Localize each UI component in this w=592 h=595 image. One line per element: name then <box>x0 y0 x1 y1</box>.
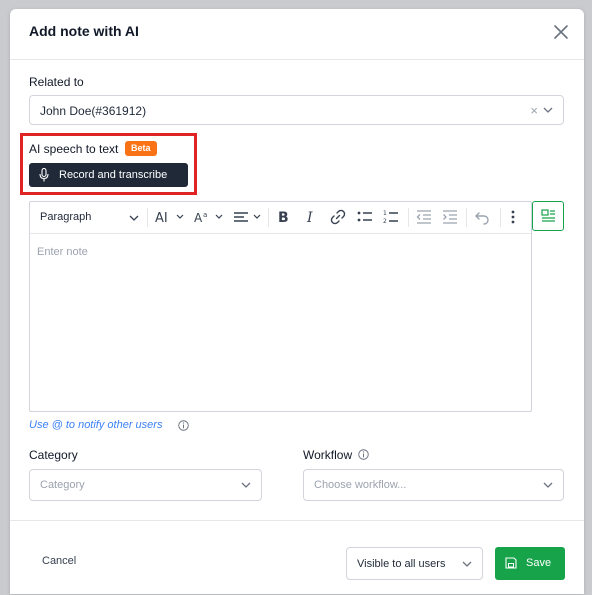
ai-speech-label: AI speech to text <box>29 142 119 156</box>
modal-title: Add note with AI <box>29 23 139 39</box>
toolbar-divider <box>408 208 409 227</box>
visibility-value: Visible to all users <box>357 558 446 570</box>
category-placeholder: Category <box>40 479 85 491</box>
align-icon[interactable] <box>233 209 265 225</box>
save-button[interactable]: Save <box>495 547 565 580</box>
svg-text:a: a <box>203 211 207 219</box>
svg-text:2: 2 <box>383 218 387 225</box>
bold-icon[interactable]: B <box>277 209 291 225</box>
chevron-down-icon <box>462 561 472 567</box>
record-transcribe-label: Record and transcribe <box>59 169 168 181</box>
toolbar-divider <box>268 208 269 227</box>
beta-badge: Beta <box>125 141 157 156</box>
toolbar-divider <box>466 208 467 227</box>
workflow-label: Workflow <box>303 448 353 462</box>
note-editor: Paragraph AI Aa B I 1 2 Enter note <box>29 201 532 412</box>
workflow-placeholder: Choose workflow... <box>314 479 407 491</box>
text-style-icon[interactable]: Aa <box>194 209 226 225</box>
chevron-down-icon <box>543 107 553 113</box>
paragraph-label: Paragraph <box>40 211 92 223</box>
link-icon[interactable] <box>330 209 346 225</box>
visibility-select[interactable]: Visible to all users <box>346 547 483 580</box>
svg-text:1: 1 <box>383 210 387 217</box>
chevron-down-icon <box>241 482 251 488</box>
cancel-button[interactable]: Cancel <box>42 555 76 567</box>
paragraph-dropdown[interactable]: Paragraph <box>40 211 139 227</box>
svg-text:B: B <box>278 210 289 225</box>
info-icon[interactable] <box>358 449 369 460</box>
category-select[interactable]: Category <box>29 469 262 501</box>
template-button[interactable] <box>532 201 564 231</box>
svg-text:I: I <box>306 210 313 225</box>
related-to-select[interactable]: John Doe(#361912) × <box>29 95 564 125</box>
modal-footer: Cancel Visible to all users Save <box>10 520 584 595</box>
font-size-icon[interactable]: AI <box>155 209 187 225</box>
svg-text:A: A <box>194 211 203 225</box>
chevron-down-icon <box>129 215 139 221</box>
category-label: Category <box>29 448 78 462</box>
indent-icon[interactable] <box>442 209 458 225</box>
italic-icon[interactable]: I <box>305 209 319 225</box>
toolbar-divider <box>147 208 148 227</box>
editor-toolbar: Paragraph AI Aa B I 1 2 <box>30 202 531 234</box>
info-icon[interactable] <box>178 420 189 431</box>
related-to-label: Related to <box>29 75 84 89</box>
workflow-select[interactable]: Choose workflow... <box>303 469 564 501</box>
record-transcribe-button[interactable]: Record and transcribe <box>29 163 188 187</box>
microphone-icon <box>39 168 49 182</box>
save-label: Save <box>526 557 552 569</box>
clear-icon[interactable]: × <box>530 103 538 118</box>
note-textarea[interactable]: Enter note <box>37 246 88 258</box>
outdent-icon[interactable] <box>416 209 432 225</box>
add-note-modal: Add note with AI Related to John Doe(#36… <box>10 9 584 594</box>
modal-header: Add note with AI <box>10 9 584 60</box>
related-to-value: John Doe(#361912) <box>40 104 147 118</box>
chevron-down-icon <box>543 482 553 488</box>
undo-icon[interactable] <box>474 209 490 225</box>
svg-text:AI: AI <box>155 211 168 225</box>
bullet-list-icon[interactable] <box>357 209 373 225</box>
more-icon[interactable] <box>509 209 517 225</box>
numbered-list-icon[interactable]: 12 <box>383 209 399 225</box>
close-icon[interactable] <box>552 23 570 41</box>
template-icon <box>541 209 555 222</box>
save-icon <box>505 557 517 569</box>
toolbar-divider <box>500 208 501 227</box>
mention-hint: Use @ to notify other users <box>29 419 163 431</box>
